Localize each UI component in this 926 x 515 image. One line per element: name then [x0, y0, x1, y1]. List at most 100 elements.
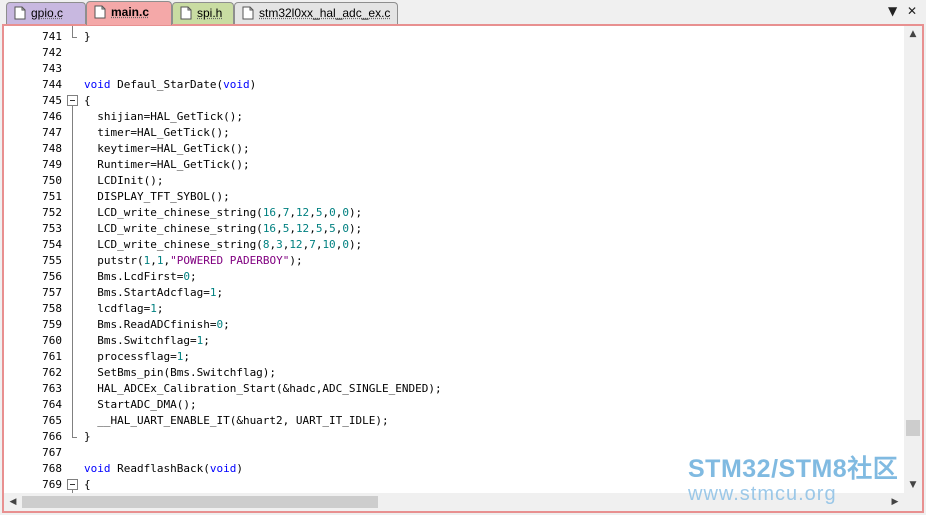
fold-margin [66, 26, 80, 500]
code-line[interactable]: { [84, 93, 91, 109]
code-token: processflag= [84, 350, 177, 363]
fold-guide [72, 106, 73, 429]
scroll-left-icon[interactable]: ◀ [4, 494, 22, 510]
code-token: void [209, 462, 237, 475]
line-number: 766 [42, 430, 62, 443]
code-line[interactable]: Bms.LcdFirst=0; [84, 269, 197, 285]
fold-end-marker [72, 37, 77, 38]
code-token: timer=HAL_GetTick(); [84, 126, 230, 139]
tab-main-c[interactable]: main.c [86, 1, 172, 25]
line-number-gutter: 741 742 743 744 745 746 747 748 749 750 751 752 753 7… [4, 26, 66, 493]
code-token: Bms.Switchflag= [84, 334, 197, 347]
line-number: 741 [42, 30, 62, 43]
horizontal-scrollbar[interactable]: ◀ ▶ [4, 493, 904, 511]
line-number: 764 [42, 398, 62, 411]
code-token: 16 [262, 206, 277, 219]
tab-gpio-c[interactable]: gpio.c [6, 2, 86, 24]
line-number: 754 [42, 238, 62, 251]
code-token: ReadflashBack( [110, 462, 210, 475]
line-number: 749 [42, 158, 62, 171]
horizontal-scroll-thumb[interactable] [22, 496, 378, 508]
tab-list-dropdown-icon[interactable]: ▼ [888, 4, 897, 18]
code-token: 0 [342, 238, 349, 251]
line-number: 762 [42, 366, 62, 379]
code-line[interactable]: shijian=HAL_GetTick(); [84, 109, 243, 125]
code-line[interactable]: } [84, 29, 91, 45]
code-token: ) [236, 462, 243, 475]
code-token: } [84, 30, 91, 43]
code-token: ); [348, 238, 363, 251]
line-number: 751 [42, 190, 62, 203]
code-token: , [309, 222, 316, 235]
code-token: 12 [295, 206, 310, 219]
code-line[interactable]: keytimer=HAL_GetTick(); [84, 141, 249, 157]
code-token: shijian=HAL_GetTick(); [84, 110, 243, 123]
vertical-scroll-thumb[interactable] [906, 420, 920, 436]
code-token: void [84, 78, 111, 91]
code-token: 1 [150, 302, 157, 315]
code-line[interactable]: SetBms_pin(Bms.Switchflag); [84, 365, 276, 381]
vertical-scrollbar[interactable]: ▲ ▼ [904, 26, 922, 493]
code-token: ); [348, 206, 363, 219]
code-token: 0 [342, 206, 349, 219]
tab-label: gpio.c [31, 6, 64, 20]
code-line[interactable]: LCD_write_chinese_string(16,5,12,5,5,0); [84, 221, 362, 237]
collapse-block-icon[interactable] [67, 95, 78, 106]
code-token: 3 [276, 238, 283, 251]
code-line[interactable]: putstr(1,1,"POWERED PADERBOY"); [84, 253, 303, 269]
code-line[interactable]: void Defaul_StarDate(void) [84, 77, 256, 93]
line-number: 755 [42, 254, 62, 267]
tab-stm32l0xx-hal-adc-ex-c[interactable]: stm32l0xx_hal_adc_ex.c [234, 2, 398, 24]
code-token: 0 [342, 222, 349, 235]
code-token: Defaul_StarDate( [110, 78, 224, 91]
line-number: 765 [42, 414, 62, 427]
code-token: DISPLAY_TFT_SYBOL(); [84, 190, 230, 203]
line-number: 743 [42, 62, 62, 75]
code-line[interactable]: void ReadflashBack(void) [84, 461, 243, 477]
code-line[interactable]: Bms.Switchflag=1; [84, 333, 210, 349]
code-line[interactable]: timer=HAL_GetTick(); [84, 125, 230, 141]
line-number: 745 [42, 94, 62, 107]
scrollbar-corner [904, 493, 922, 511]
code-line[interactable]: processflag=1; [84, 349, 190, 365]
code-line[interactable]: LCDInit(); [84, 173, 163, 189]
code-area[interactable]: } void Defaul_StarDate(void){ shijian=HAL… [82, 26, 904, 493]
line-number: 757 [42, 286, 62, 299]
tab-spi-h[interactable]: spi.h [172, 2, 234, 24]
code-line[interactable]: Bms.StartAdcflag=1; [84, 285, 223, 301]
code-token: ); [289, 254, 303, 267]
code-token: LCD_write_chinese_string( [84, 206, 263, 219]
code-line[interactable]: Bms.ReadADCfinish=0; [84, 317, 229, 333]
line-number: 756 [42, 270, 62, 283]
code-token: Bms.StartAdcflag= [84, 286, 210, 299]
scroll-up-icon[interactable]: ▲ [904, 26, 922, 42]
code-line[interactable]: LCD_write_chinese_string(8,3,12,7,10,0); [84, 237, 362, 253]
scroll-down-icon[interactable]: ▼ [904, 477, 922, 493]
code-token: LCD_write_chinese_string( [84, 238, 263, 251]
code-line[interactable]: __HAL_UART_ENABLE_IT(&huart2, UART_IT_ID… [84, 413, 388, 429]
code-token: Bms.LcdFirst= [84, 270, 184, 283]
scroll-right-icon[interactable]: ▶ [886, 494, 904, 510]
code-editor[interactable]: 741 742 743 744 745 746 747 748 749 750 751 752 753 7… [2, 24, 924, 513]
code-line[interactable]: } [84, 429, 91, 445]
code-token: { [84, 94, 91, 107]
fold-end-marker [72, 437, 77, 438]
code-token: putstr( [84, 254, 144, 267]
code-line[interactable]: Runtimer=HAL_GetTick(); [84, 157, 250, 173]
code-line[interactable]: LCD_write_chinese_string(16,7,12,5,0,0); [84, 205, 362, 221]
code-token: , [289, 206, 296, 219]
close-tab-icon[interactable]: ✕ [907, 4, 917, 18]
collapse-block-icon[interactable] [67, 479, 78, 490]
code-token: , [276, 222, 283, 235]
code-token: , [289, 222, 296, 235]
line-number: 742 [42, 46, 62, 59]
code-line[interactable]: HAL_ADCEx_Calibration_Start(&hadc,ADC_SI… [84, 381, 441, 397]
code-line[interactable]: lcdflag=1; [84, 301, 163, 317]
code-token: 12 [295, 222, 310, 235]
code-line[interactable]: DISPLAY_TFT_SYBOL(); [84, 189, 230, 205]
code-line[interactable]: StartADC_DMA(); [84, 397, 196, 413]
code-token: Runtimer=HAL_GetTick(); [84, 158, 250, 171]
code-token: ; [189, 270, 197, 283]
line-number: 761 [42, 350, 62, 363]
code-line[interactable]: { [84, 477, 91, 493]
